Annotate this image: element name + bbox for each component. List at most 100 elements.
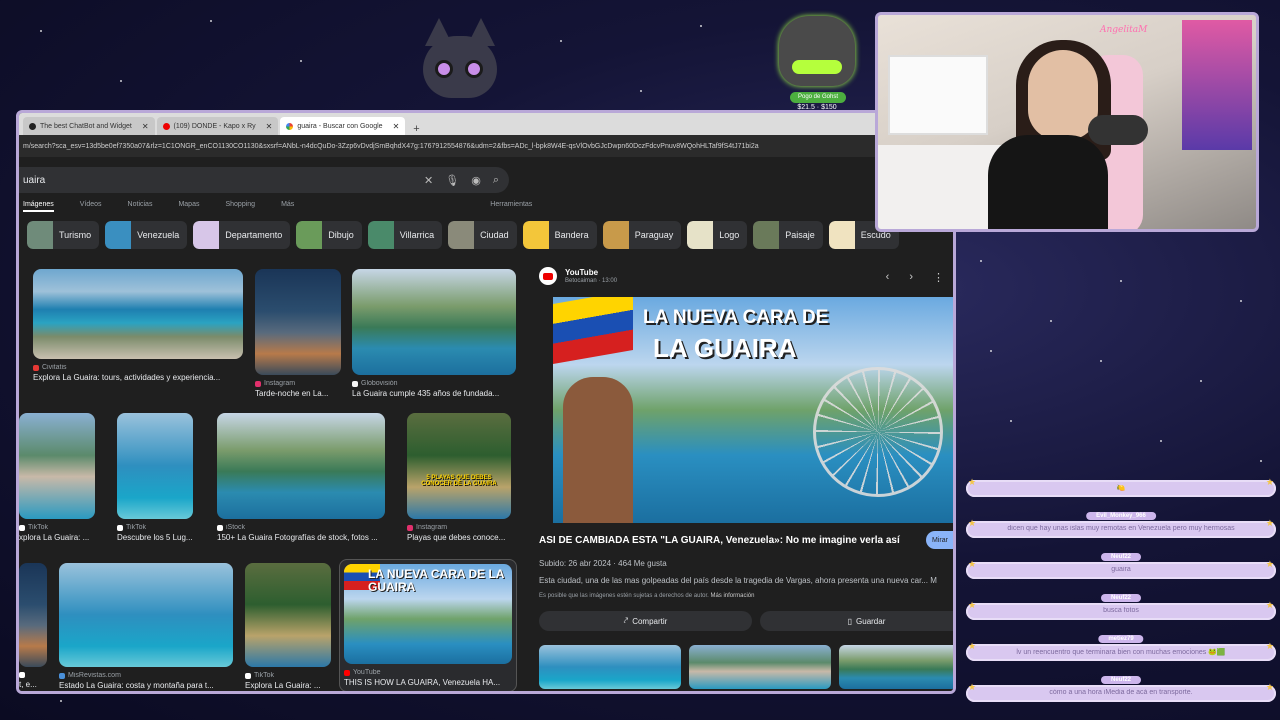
chat-message: 🍋 ★ ★: [966, 477, 1276, 497]
chip-label: Venezuela: [137, 230, 180, 240]
tab-google[interactable]: guaira - Buscar con Google ✕: [280, 117, 406, 135]
nav-more[interactable]: Más: [281, 201, 294, 212]
filter-chip[interactable]: Villarrica: [367, 221, 443, 249]
image-result[interactable]: t, e...: [19, 563, 47, 689]
image-result[interactable]: TikTok xplora La Guaira: ...: [19, 413, 95, 542]
related-thumbnail[interactable]: [689, 645, 831, 689]
source-icon: [245, 672, 251, 679]
image-result[interactable]: Instagram Tarde-noche en La...: [255, 269, 341, 398]
result-thumbnail[interactable]: [352, 269, 516, 375]
address-bar[interactable]: m/search?sca_esv=13d5be0ef7350a07&rlz=1C…: [19, 135, 953, 157]
result-thumbnail[interactable]: LA NUEVA CARA DE LA GUAIRA: [344, 564, 512, 664]
cat-eye: [435, 60, 453, 78]
previous-icon[interactable]: ‹: [886, 271, 890, 284]
image-result[interactable]: 5 PLAYAS QUE DEBES CONOCER DE LA GUAIRA …: [407, 413, 511, 542]
tab-chatbot[interactable]: The best ChatBot and Widget ✕: [23, 117, 155, 135]
filter-chip[interactable]: Logo: [687, 221, 748, 249]
nav-maps[interactable]: Mapas: [178, 201, 199, 212]
chat-username: Evil_Monkey_966: [1086, 512, 1156, 520]
image-result[interactable]: Globovisión La Guaira cumple 435 años de…: [352, 269, 516, 398]
result-thumbnail[interactable]: [217, 413, 385, 519]
more-info-link[interactable]: Más información: [710, 593, 754, 599]
nav-news[interactable]: Noticias: [128, 201, 153, 212]
tab-youtube[interactable]: (109) DONDE - Kapo x Ry ✕: [156, 117, 279, 135]
bookmark-icon: ▯: [847, 616, 853, 626]
result-thumbnail[interactable]: 5 PLAYAS QUE DEBES CONOCER DE LA GUAIRA: [407, 413, 511, 519]
next-icon[interactable]: ›: [909, 271, 913, 284]
related-thumbnail[interactable]: [539, 645, 681, 689]
chat-text: cómo a una hora iMedia de acá en transpo…: [1049, 689, 1193, 696]
filter-chip[interactable]: Turismo: [27, 221, 100, 249]
result-thumbnail[interactable]: [33, 269, 243, 359]
lens-icon[interactable]: ◉: [471, 174, 481, 187]
related-thumbnail[interactable]: [839, 645, 953, 689]
nav-shopping[interactable]: Shopping: [225, 201, 255, 212]
search-icon[interactable]: ⌕: [493, 174, 499, 187]
result-thumbnail[interactable]: [117, 413, 193, 519]
result-thumbnail[interactable]: [19, 563, 47, 667]
tab-label: (109) DONDE - Kapo x Ry: [173, 122, 256, 130]
result-thumbnail[interactable]: [59, 563, 233, 667]
whiteboard: [888, 55, 988, 135]
result-title[interactable]: Tarde-noche en La...: [255, 389, 341, 398]
result-title[interactable]: 150+ La Guaira Fotografías de stock, fot…: [217, 533, 385, 542]
more-options-icon[interactable]: ⋮: [933, 271, 944, 284]
save-label: Guardar: [856, 616, 886, 626]
result-thumbnail[interactable]: [255, 269, 341, 375]
video-description: Esta ciudad, una de las mas golpeadas de…: [539, 576, 937, 585]
close-icon[interactable]: ✕: [393, 122, 400, 131]
new-tab-button[interactable]: +: [407, 123, 425, 135]
result-title[interactable]: t, e...: [19, 680, 47, 689]
clear-icon[interactable]: ✕: [424, 174, 433, 187]
filter-chip[interactable]: Ciudad: [448, 221, 517, 249]
thumbnail-text: 5 PLAYAS QUE DEBES CONOCER DE LA GUAIRA: [421, 475, 497, 487]
result-title[interactable]: La Guaira cumple 435 años de fundada...: [352, 389, 516, 398]
nav-images[interactable]: Imágenes: [23, 201, 54, 212]
image-headline: LA NUEVA CARA DE: [643, 307, 829, 328]
google-images-page: uaira ✕ 🎙 ◉ ⌕ Imágenes Vídeos Noticias M…: [19, 157, 953, 691]
filter-chip[interactable]: Paisaje: [753, 221, 823, 249]
filter-chip[interactable]: Bandera: [522, 221, 597, 249]
share-button[interactable]: ⤤ Compartir: [539, 611, 752, 631]
image-result[interactable]: TikTok Descubre los 5 Lug...: [117, 413, 193, 542]
result-title[interactable]: Explora La Guaira: tours, actividades y …: [33, 373, 243, 382]
video-meta: Subido: 26 abr 2024 · 464 Me gusta: [539, 559, 667, 568]
filter-chip[interactable]: Venezuela: [105, 221, 188, 249]
watch-button[interactable]: Mirar: [926, 531, 953, 549]
chip-thumbnail: [27, 221, 53, 249]
image-result[interactable]: iStock 150+ La Guaira Fotografías de sto…: [217, 413, 385, 542]
image-result[interactable]: MisRevistas.com Estado La Guaira: costa …: [59, 563, 233, 690]
filter-chip[interactable]: Paraguay: [602, 221, 682, 249]
result-title[interactable]: xplora La Guaira: ...: [19, 533, 95, 542]
mic-icon[interactable]: 🎙: [445, 174, 459, 187]
preview-source[interactable]: YouTube: [565, 268, 617, 277]
close-icon[interactable]: ✕: [142, 122, 149, 131]
result-thumbnail[interactable]: [19, 413, 95, 519]
star-icon: ★: [1265, 600, 1274, 610]
chat-username: Neuf22: [1100, 594, 1142, 602]
result-title[interactable]: Playas que debes conoce...: [407, 533, 511, 542]
result-source: Civitatis: [42, 364, 67, 371]
source-icon: [217, 524, 223, 531]
filter-chip[interactable]: Dibujo: [296, 221, 362, 249]
filter-chip[interactable]: Departamento: [193, 221, 291, 249]
result-thumbnail[interactable]: [245, 563, 331, 667]
search-input[interactable]: uaira ✕ 🎙 ◉ ⌕: [19, 167, 509, 193]
result-title[interactable]: Estado La Guaira: costa y montaña para t…: [59, 681, 233, 690]
image-result-selected[interactable]: LA NUEVA CARA DE LA GUAIRA YouTube THIS …: [339, 559, 517, 691]
search-query: uaira: [23, 174, 46, 186]
thumbnail-text: LA NUEVA CARA DE LA GUAIRA: [368, 567, 504, 595]
close-icon[interactable]: ✕: [266, 122, 273, 131]
result-title[interactable]: Descubre los 5 Lug...: [117, 533, 193, 542]
save-button[interactable]: ▯ Guardar: [760, 611, 953, 631]
nav-videos[interactable]: Vídeos: [80, 201, 102, 212]
nav-tools[interactable]: Herramientas: [490, 201, 532, 212]
name-sign: AngelitaM: [1100, 25, 1148, 35]
result-title[interactable]: Explora La Guaira: ...: [245, 681, 331, 690]
video-title[interactable]: ASI DE CAMBIADA ESTA "LA GUAIRA, Venezue…: [539, 535, 900, 546]
result-source: Instagram: [264, 380, 296, 387]
preview-image[interactable]: LA NUEVA CARA DE LA GUAIRA: [553, 297, 953, 523]
image-result[interactable]: Civitatis Explora La Guaira: tours, acti…: [33, 269, 243, 382]
result-title[interactable]: THIS IS HOW LA GUAIRA, Venezuela HA...: [344, 678, 512, 687]
image-result[interactable]: TikTok Explora La Guaira: ...: [245, 563, 331, 690]
